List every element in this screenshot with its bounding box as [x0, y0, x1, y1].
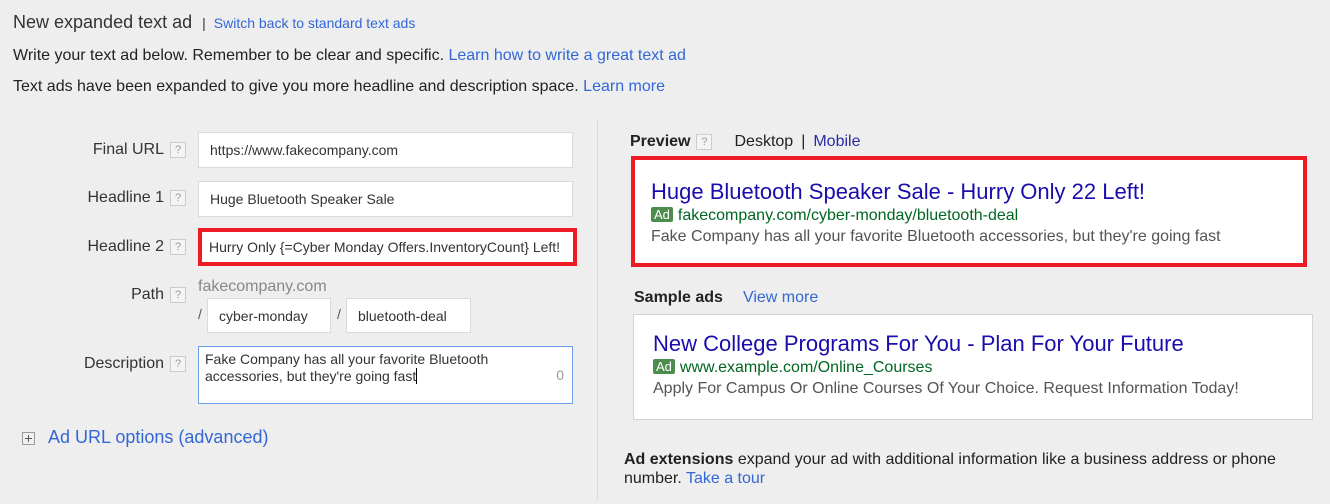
- sample-ad-display-url: www.example.com/Online_Courses: [679, 359, 933, 376]
- headline1-input[interactable]: Huge Bluetooth Speaker Sale: [198, 181, 573, 217]
- preview-ad-url-row: Ad fakecompany.com/cyber-monday/bluetooth…: [651, 207, 1303, 225]
- path-slash-2: /: [337, 306, 341, 322]
- path1-input[interactable]: cyber-monday: [207, 298, 331, 333]
- final-url-input[interactable]: https://www.fakecompany.com: [198, 132, 573, 168]
- tab-separator: |: [801, 133, 806, 150]
- sample-ad-url-row: Ad www.example.com/Online_Courses: [653, 359, 1312, 377]
- preview-ad-description: Fake Company has all your favorite Bluet…: [651, 228, 1221, 245]
- intro-line: Write your text ad below. Remember to be…: [13, 47, 686, 65]
- headline1-label-group: Headline 1?: [87, 189, 186, 207]
- page-header: New expanded text ad | Switch back to stan…: [13, 12, 415, 33]
- ad-badge: Ad: [653, 359, 675, 374]
- help-icon[interactable]: ?: [170, 286, 186, 303]
- path-label-group: Path?: [131, 286, 186, 304]
- path-label: Path: [131, 286, 164, 303]
- headline1-label: Headline 1: [87, 189, 165, 206]
- help-icon[interactable]: ?: [696, 133, 713, 150]
- advanced-options[interactable]: Ad URL options (advanced): [22, 427, 268, 448]
- preview-ad-title[interactable]: Huge Bluetooth Speaker Sale - Hurry Only…: [651, 179, 1303, 205]
- help-icon[interactable]: ?: [170, 238, 186, 255]
- sample-ad-card: New College Programs For You - Plan For …: [633, 314, 1313, 420]
- headline2-label-group: Headline 2?: [87, 238, 186, 256]
- tab-mobile[interactable]: Mobile: [813, 133, 860, 150]
- learn-how-link[interactable]: Learn how to write a great text ad: [448, 47, 685, 64]
- sample-ads-label: Sample ads: [634, 289, 723, 306]
- preview-ad-card: Huge Bluetooth Speaker Sale - Hurry Only…: [631, 156, 1307, 267]
- view-more-link[interactable]: View more: [743, 289, 818, 306]
- expand-plus-icon[interactable]: [22, 431, 35, 445]
- intro-text: Write your text ad below. Remember to be…: [13, 47, 445, 64]
- help-icon[interactable]: ?: [170, 189, 186, 206]
- help-icon[interactable]: ?: [170, 355, 186, 372]
- final-url-value: https://www.fakecompany.com: [210, 142, 399, 158]
- help-icon[interactable]: ?: [170, 141, 186, 158]
- headline1-value: Huge Bluetooth Speaker Sale: [210, 191, 395, 207]
- headline2-value: Hurry Only {=Cyber Monday Offers.Invento…: [209, 239, 561, 255]
- final-url-label: Final URL: [92, 141, 164, 158]
- final-url-label-group: Final URL?: [93, 141, 186, 159]
- sample-ad-title[interactable]: New College Programs For You - Plan For …: [653, 331, 1312, 357]
- description-value: Fake Company has all your favorite Bluet…: [205, 351, 489, 384]
- take-a-tour-link[interactable]: Take a tour: [686, 470, 765, 487]
- headline2-input[interactable]: Hurry Only {=Cyber Monday Offers.Invento…: [198, 228, 577, 266]
- ad-extensions-info: Ad extensions expand your ad with additi…: [624, 450, 1314, 488]
- title-separator: |: [202, 15, 206, 31]
- ad-url-options-link[interactable]: Ad URL options (advanced): [48, 427, 268, 447]
- path-domain: fakecompany.com: [198, 278, 327, 295]
- headline2-label: Headline 2: [87, 238, 165, 255]
- text-cursor: [416, 368, 418, 384]
- description-label: Description: [83, 355, 164, 372]
- sample-ads-header: Sample ads View more: [634, 289, 818, 307]
- preview-label: Preview: [630, 133, 691, 150]
- path2-value: bluetooth-deal: [358, 307, 447, 324]
- switch-to-standard-link[interactable]: Switch back to standard text ads: [214, 15, 416, 31]
- page-title: New expanded text ad: [13, 12, 193, 32]
- expanded-info-line: Text ads have been expanded to give you …: [13, 78, 665, 96]
- description-label-group: Description?: [84, 355, 186, 373]
- expanded-text: Text ads have been expanded to give you …: [13, 78, 579, 95]
- ad-extensions-label: Ad extensions: [624, 451, 734, 468]
- preview-ad-display-url: fakecompany.com/cyber-monday/bluetooth-d…: [677, 207, 1019, 224]
- description-textarea[interactable]: Fake Company has all your favorite Bluet…: [198, 346, 573, 404]
- preview-header: Preview? Desktop | Mobile: [630, 133, 860, 151]
- path2-input[interactable]: bluetooth-deal: [346, 298, 471, 333]
- ad-badge: Ad: [651, 207, 673, 222]
- column-divider: [597, 120, 598, 500]
- path-slash-1: /: [198, 306, 202, 322]
- char-counter: 0: [556, 367, 564, 383]
- sample-ad-description: Apply For Campus Or Online Courses Of Yo…: [653, 380, 1239, 397]
- tab-desktop[interactable]: Desktop: [734, 133, 793, 150]
- learn-more-link[interactable]: Learn more: [583, 78, 665, 95]
- path1-value: cyber-monday: [219, 307, 308, 324]
